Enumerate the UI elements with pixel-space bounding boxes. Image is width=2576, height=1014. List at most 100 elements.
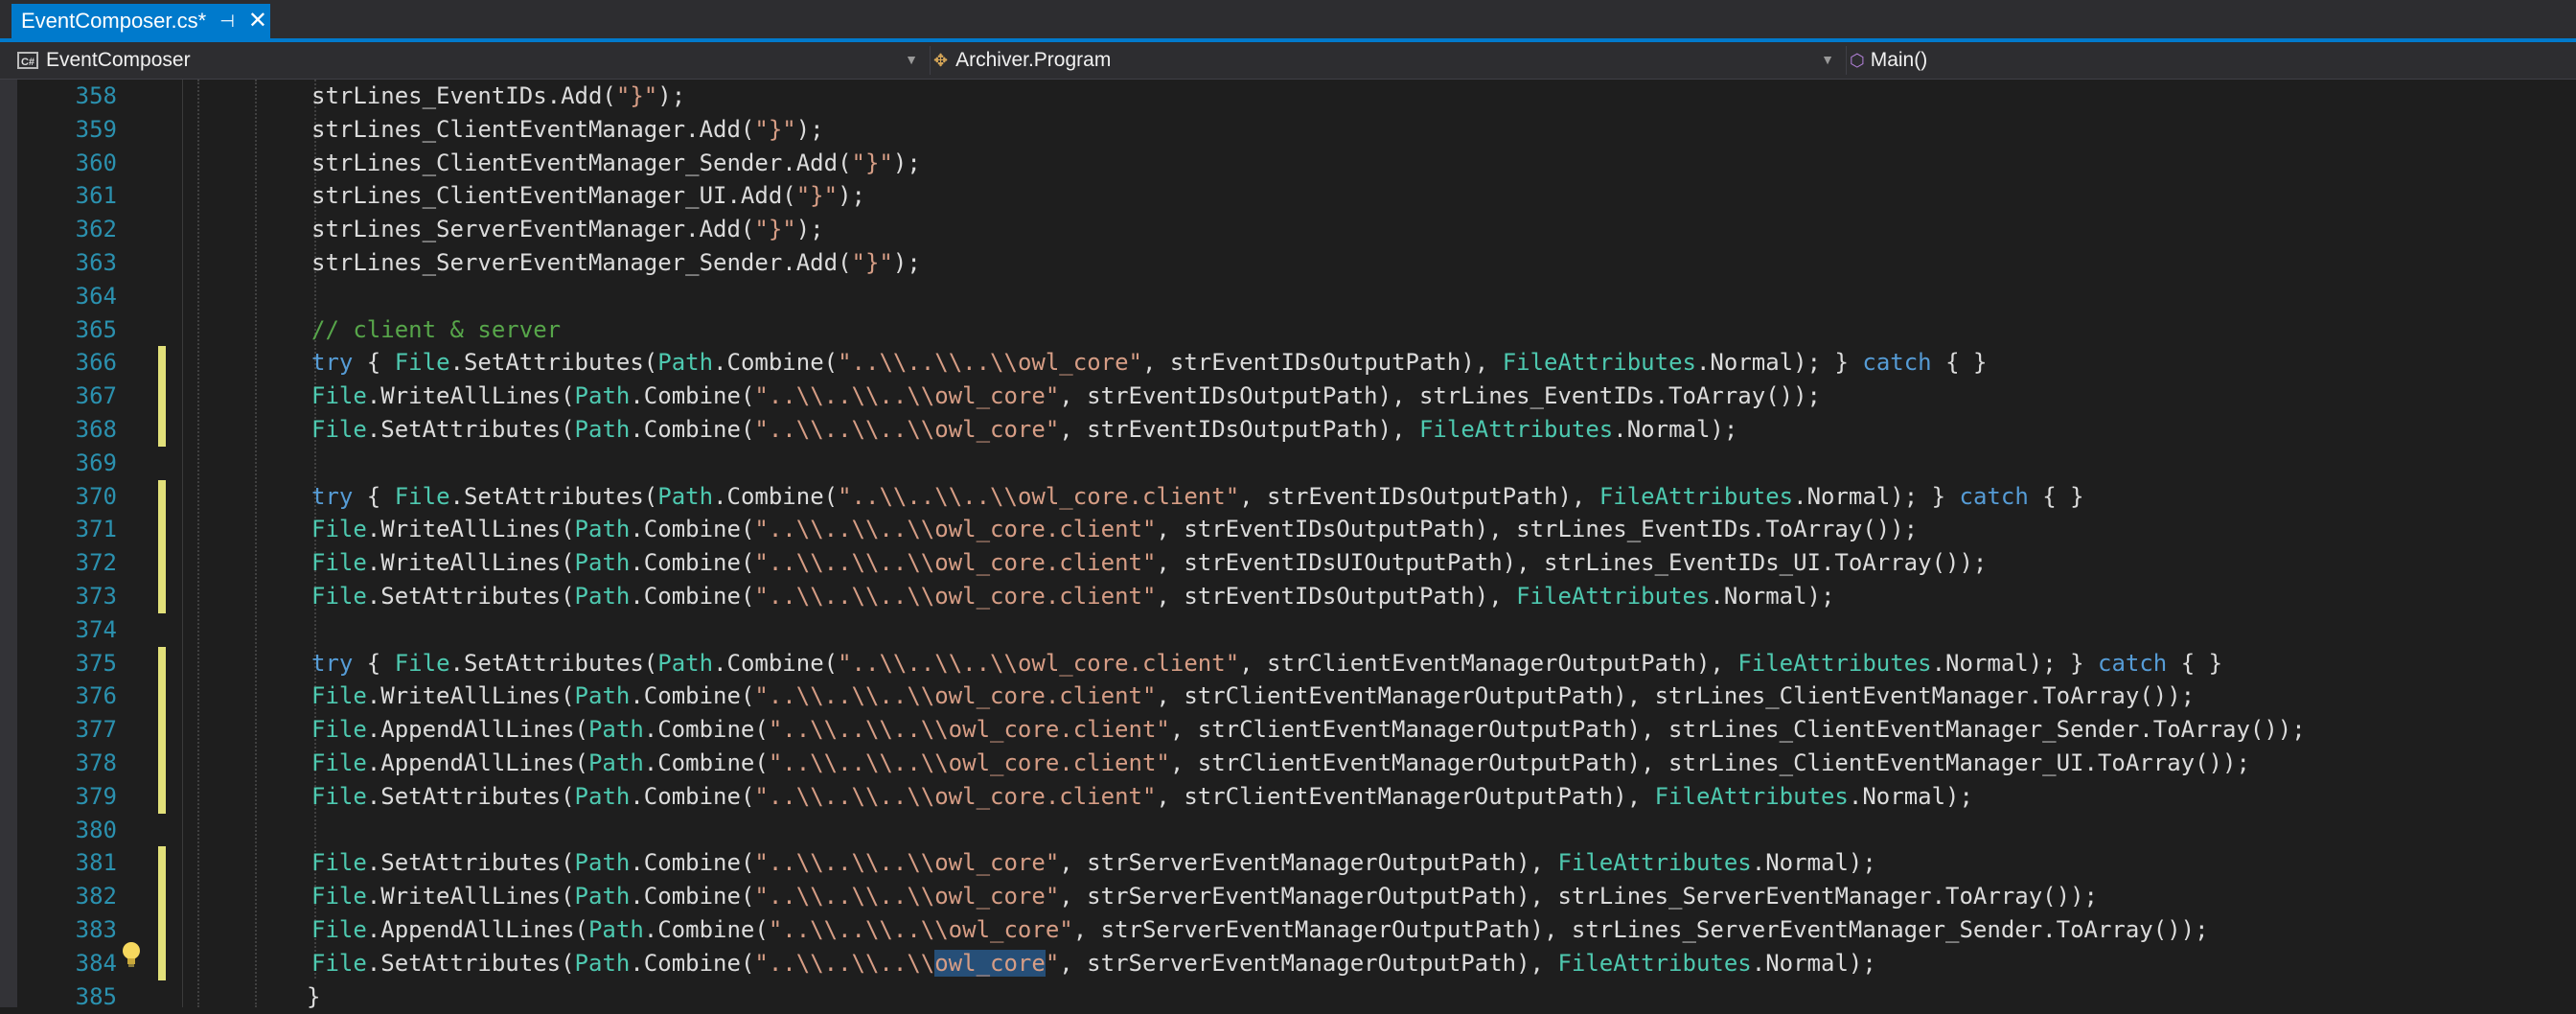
code-token: "..\\..\\..\\owl_core" bbox=[754, 883, 1060, 910]
code-token: "..\\..\\..\\owl_core.client" bbox=[754, 682, 1157, 710]
code-token: "}" bbox=[851, 149, 893, 176]
close-icon[interactable]: ✕ bbox=[248, 10, 267, 33]
line-number: 378 bbox=[75, 749, 117, 776]
code-line[interactable]: 380 bbox=[0, 814, 2576, 847]
change-indicator bbox=[158, 913, 166, 947]
code-token: .Combine( bbox=[643, 749, 769, 776]
line-number: 358 bbox=[75, 82, 117, 109]
code-line[interactable]: 359 strLines_ClientEventManager.Add("}"); bbox=[0, 113, 2576, 147]
code-text: strLines_ClientEventManager_Sender.Add("… bbox=[311, 147, 921, 180]
code-text: try { File.SetAttributes(Path.Combine(".… bbox=[311, 647, 2222, 680]
code-text: File.AppendAllLines(Path.Combine("..\\..… bbox=[311, 713, 2306, 747]
pin-icon[interactable]: ⊣ bbox=[219, 12, 235, 32]
code-token: "..\\..\\..\\owl_core" bbox=[768, 916, 1073, 943]
code-token: FileAttributes bbox=[1557, 849, 1752, 877]
code-token: , strEventIDsOutputPath), bbox=[1239, 482, 1599, 510]
code-line[interactable]: 378 File.AppendAllLines(Path.Combine("..\… bbox=[0, 747, 2576, 780]
code-text: File.WriteAllLines(Path.Combine("..\\..\… bbox=[311, 880, 2098, 913]
member-name: Main() bbox=[1870, 49, 1928, 71]
code-token: try bbox=[311, 349, 354, 377]
code-text: try { File.SetAttributes(Path.Combine(".… bbox=[311, 480, 2084, 514]
code-token: .Combine( bbox=[713, 482, 839, 510]
code-token: .WriteAllLines( bbox=[366, 682, 575, 710]
line-number: 372 bbox=[75, 549, 117, 577]
code-text: File.AppendAllLines(Path.Combine("..\\..… bbox=[311, 747, 2250, 780]
code-token: , strClientEventManagerOutputPath), strL… bbox=[1156, 682, 2196, 710]
code-line[interactable]: 384 File.SetAttributes(Path.Combine("..\\… bbox=[0, 946, 2576, 980]
code-token: "}" bbox=[795, 182, 839, 210]
code-line[interactable]: 367 File.WriteAllLines(Path.Combine("..\\… bbox=[0, 380, 2576, 414]
code-token: .SetAttributes( bbox=[449, 482, 658, 510]
line-number: 364 bbox=[75, 282, 117, 310]
code-line[interactable]: 376 File.WriteAllLines(Path.Combine("..\\… bbox=[0, 680, 2576, 714]
code-line[interactable]: 373 File.SetAttributes(Path.Combine("..\\… bbox=[0, 580, 2576, 613]
code-token: File bbox=[311, 749, 367, 776]
code-token: .SetAttributes( bbox=[366, 849, 575, 877]
code-token: Path bbox=[657, 482, 714, 510]
code-line[interactable]: 371 File.WriteAllLines(Path.Combine("..\\… bbox=[0, 513, 2576, 547]
code-line[interactable]: 362 strLines_ServerEventManager.Add("}"); bbox=[0, 213, 2576, 246]
code-line[interactable]: 377 File.AppendAllLines(Path.Combine("..\… bbox=[0, 713, 2576, 748]
code-line[interactable]: 379 File.SetAttributes(Path.Combine("..\\… bbox=[0, 779, 2576, 814]
code-text: File.AppendAllLines(Path.Combine("..\\..… bbox=[311, 913, 2209, 947]
code-line[interactable]: 369 bbox=[0, 447, 2576, 480]
tab-eventcomposer[interactable]: EventComposer.cs* ⊣ ✕ bbox=[12, 4, 270, 38]
code-token: "..\\..\\..\\owl_core" bbox=[754, 416, 1060, 443]
code-line[interactable]: 365 // client & server bbox=[0, 313, 2576, 347]
code-line[interactable]: 361 strLines_ClientEventManager_UI.Add("}… bbox=[0, 179, 2576, 213]
code-line[interactable]: 374 bbox=[0, 613, 2576, 647]
code-token: Path bbox=[574, 382, 631, 410]
change-indicator bbox=[158, 546, 166, 581]
type-name: Archiver.Program bbox=[955, 49, 1112, 71]
code-text: File.WriteAllLines(Path.Combine("..\\..\… bbox=[311, 513, 1918, 546]
code-token: Path bbox=[657, 349, 714, 377]
code-token: { } bbox=[1931, 349, 1988, 377]
code-token: " bbox=[1045, 949, 1060, 977]
code-token: Path bbox=[587, 749, 644, 776]
lightbulb-icon[interactable] bbox=[121, 941, 142, 968]
code-line[interactable]: 382 File.WriteAllLines(Path.Combine("..\\… bbox=[0, 880, 2576, 914]
code-token: .SetAttributes( bbox=[366, 949, 575, 977]
code-line[interactable]: 368 File.SetAttributes(Path.Combine("..\\… bbox=[0, 413, 2576, 447]
code-token: , strClientEventManagerOutputPath), bbox=[1156, 782, 1655, 810]
code-line[interactable]: 375 try { File.SetAttributes(Path.Combine… bbox=[0, 646, 2576, 680]
code-line[interactable]: 360 strLines_ClientEventManager_Sender.Ad… bbox=[0, 147, 2576, 180]
type-dropdown[interactable]: ✥ Archiver.Program ▼ bbox=[933, 42, 1844, 79]
code-token: "..\\..\\..\\owl_core.client" bbox=[754, 516, 1157, 543]
code-token: Path bbox=[574, 883, 631, 910]
code-token: .SetAttributes( bbox=[449, 349, 658, 377]
code-editor[interactable]: 358 strLines_EventIDs.Add("}"); 359 strLine… bbox=[0, 80, 2576, 1010]
code-line[interactable]: 363 strLines_ServerEventManager_Sender.Ad… bbox=[0, 246, 2576, 280]
code-token: Path bbox=[657, 649, 714, 677]
line-number: 370 bbox=[75, 482, 117, 510]
code-token: .Combine( bbox=[630, 782, 755, 810]
code-token: , strServerEventManagerOutputPath), strL… bbox=[1059, 883, 2098, 910]
code-line[interactable]: 385} bbox=[0, 980, 2576, 1014]
code-text: strLines_ClientEventManager_UI.Add("}"); bbox=[311, 179, 865, 213]
code-token: , strServerEventManagerOutputPath), bbox=[1059, 949, 1558, 977]
code-token: .Combine( bbox=[643, 716, 769, 744]
code-token: .Normal); } bbox=[1695, 349, 1863, 377]
member-dropdown[interactable]: ⬡ Main() bbox=[1850, 42, 2576, 79]
code-line[interactable]: 383 File.AppendAllLines(Path.Combine("..\… bbox=[0, 913, 2576, 947]
code-token: .Combine( bbox=[630, 583, 755, 610]
code-token: "..\\..\\..\\owl_core.client" bbox=[754, 549, 1157, 577]
code-token: Path bbox=[574, 682, 631, 710]
code-line[interactable]: 381 File.SetAttributes(Path.Combine("..\\… bbox=[0, 846, 2576, 881]
code-line[interactable]: 364 bbox=[0, 280, 2576, 313]
line-number: 385 bbox=[75, 982, 117, 1010]
change-indicator bbox=[158, 346, 166, 380]
code-token: { bbox=[353, 482, 395, 510]
code-text: File.WriteAllLines(Path.Combine("..\\..\… bbox=[311, 546, 1987, 580]
code-line[interactable]: 358 strLines_EventIDs.Add("}"); bbox=[0, 80, 2576, 113]
code-token: catch bbox=[1959, 482, 2029, 510]
project-dropdown[interactable]: C# EventComposer ▼ bbox=[17, 42, 928, 79]
code-token: FileAttributes bbox=[1418, 416, 1614, 443]
code-token: .WriteAllLines( bbox=[366, 883, 575, 910]
code-token: File bbox=[311, 949, 367, 977]
code-line[interactable]: 370 try { File.SetAttributes(Path.Combine… bbox=[0, 479, 2576, 514]
code-line[interactable]: 372 File.WriteAllLines(Path.Combine("..\\… bbox=[0, 546, 2576, 581]
code-token: File bbox=[394, 482, 450, 510]
line-number: 361 bbox=[75, 182, 117, 210]
code-line[interactable]: 366 try { File.SetAttributes(Path.Combine… bbox=[0, 346, 2576, 380]
